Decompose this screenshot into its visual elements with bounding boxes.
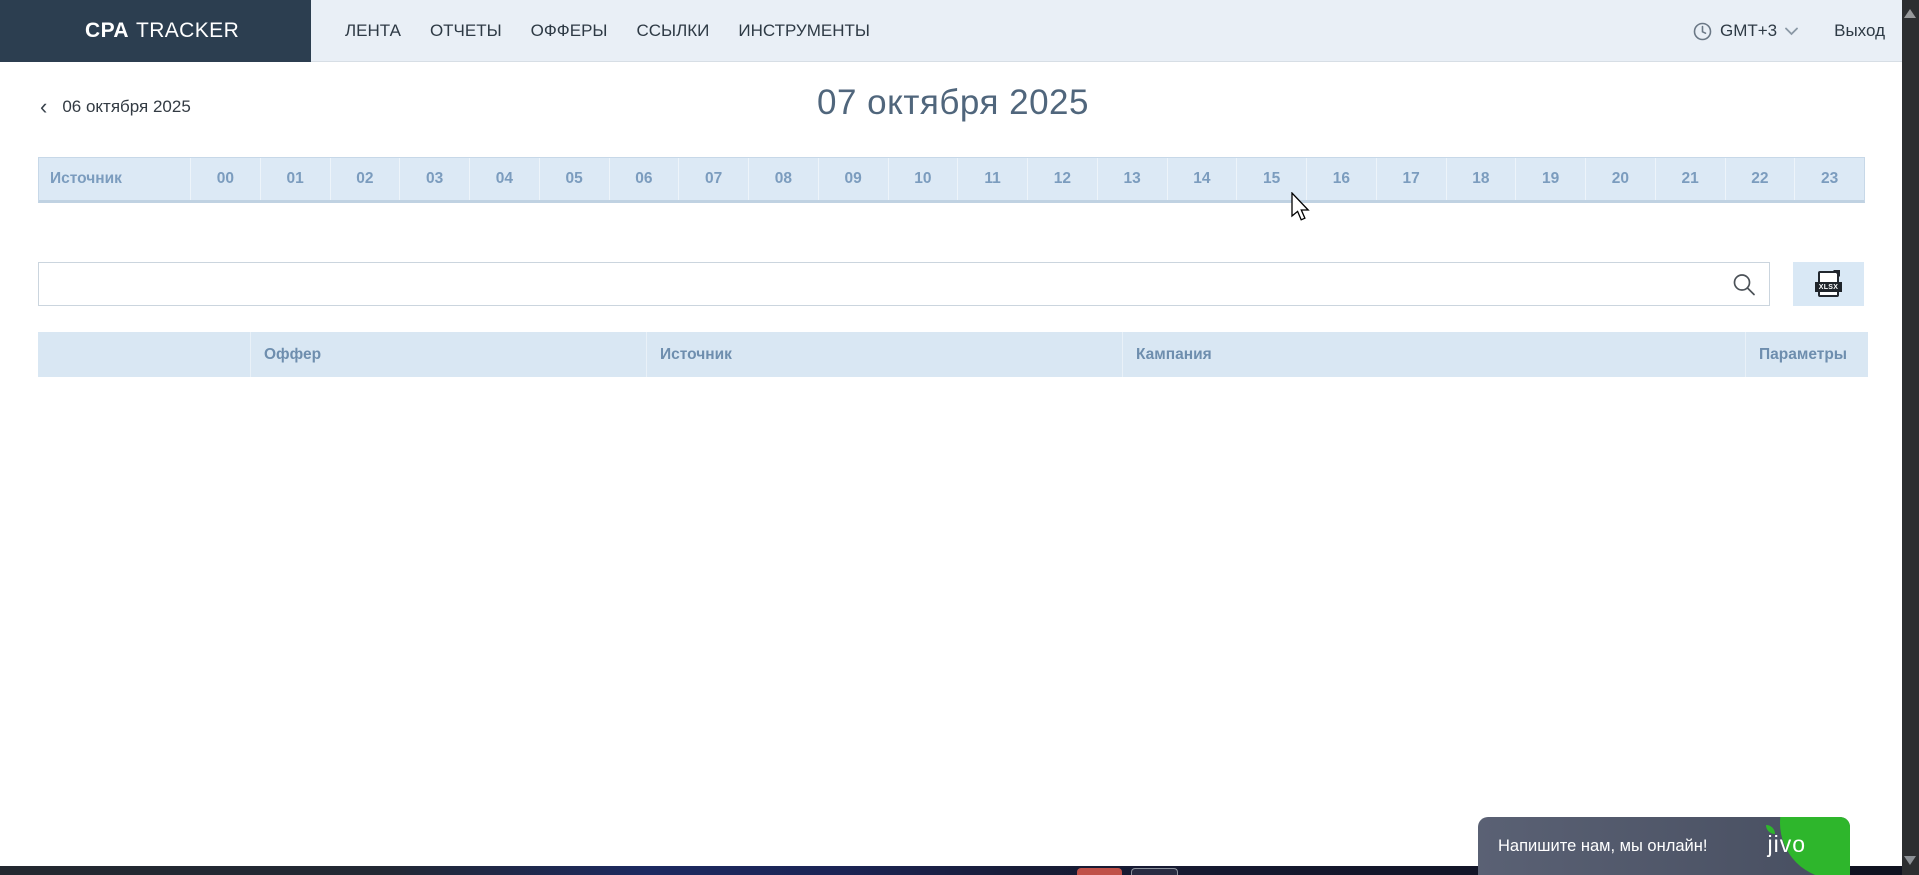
hour-cell-13: 13 <box>1097 158 1167 200</box>
jivo-logo-text: jivo <box>1767 831 1806 857</box>
footer-button-outline-peek[interactable] <box>1131 868 1178 875</box>
hour-cell-21: 21 <box>1655 158 1725 200</box>
hour-cell-23: 23 <box>1794 158 1864 200</box>
hour-cell-18: 18 <box>1446 158 1516 200</box>
hour-cell-17: 17 <box>1376 158 1446 200</box>
hour-cell-12: 12 <box>1027 158 1097 200</box>
hour-cell-04: 04 <box>469 158 539 200</box>
column-header-blank <box>38 332 250 377</box>
results-header-row: ОфферИсточникКампанияПараметры <box>38 332 1868 377</box>
hour-cell-22: 22 <box>1725 158 1795 200</box>
chat-widget[interactable]: Напишите нам, мы онлайн! jivo <box>1478 817 1850 875</box>
footer-button-red-peek[interactable] <box>1077 868 1122 875</box>
column-header-campaign: Кампания <box>1122 332 1745 377</box>
search-icon[interactable] <box>1731 272 1757 298</box>
hour-cell-15: 15 <box>1236 158 1306 200</box>
hour-cell-07: 07 <box>678 158 748 200</box>
hour-cell-01: 01 <box>260 158 330 200</box>
xlsx-file-label: XLSX <box>1815 282 1842 292</box>
hour-cell-16: 16 <box>1306 158 1376 200</box>
nav-item-offery[interactable]: ОФФЕРЫ <box>531 21 608 41</box>
jivo-logo: jivo <box>1767 831 1806 858</box>
hours-header-row: Источник 0001020304050607080910111213141… <box>38 157 1865 203</box>
hour-cell-08: 08 <box>748 158 818 200</box>
clock-icon <box>1693 22 1712 41</box>
scroll-down-button[interactable] <box>1904 856 1916 865</box>
nav-item-instrumenty[interactable]: ИНСТРУМЕНТЫ <box>738 21 870 41</box>
hour-cell-00: 00 <box>190 158 260 200</box>
header-right: GMT+3 Выход <box>1693 0 1885 62</box>
hour-cell-05: 05 <box>539 158 609 200</box>
main-nav: ЛЕНТА ОТЧЕТЫ ОФФЕРЫ ССЫЛКИ ИНСТРУМЕНТЫ <box>345 0 870 62</box>
column-header-offer: Оффер <box>250 332 646 377</box>
vertical-scrollbar[interactable] <box>1902 0 1919 875</box>
column-header-params: Параметры <box>1745 332 1868 377</box>
timezone-label: GMT+3 <box>1720 21 1777 41</box>
hour-cell-09: 09 <box>818 158 888 200</box>
timezone-select[interactable]: GMT+3 <box>1693 21 1798 41</box>
search-input[interactable] <box>39 263 1769 305</box>
column-header-source: Источник <box>646 332 1122 377</box>
hour-cell-06: 06 <box>609 158 679 200</box>
logout-link[interactable]: Выход <box>1834 21 1885 41</box>
app-logo-rest: TRACKER <box>136 19 239 43</box>
hour-cell-02: 02 <box>330 158 400 200</box>
chevron-down-icon <box>1785 27 1798 36</box>
source-column-header: Источник <box>39 158 190 200</box>
hour-cell-11: 11 <box>957 158 1027 200</box>
export-xlsx-button[interactable]: XLSX <box>1793 262 1864 306</box>
chat-message: Напишите нам, мы онлайн! <box>1498 817 1707 875</box>
scroll-up-button[interactable] <box>1904 9 1916 18</box>
xlsx-file-icon: XLSX <box>1818 271 1839 297</box>
page-title: 07 октября 2025 <box>0 83 1906 123</box>
search-bar <box>38 262 1770 306</box>
app-logo-bold: CPA <box>85 19 129 43</box>
nav-item-ssylki[interactable]: ССЫЛКИ <box>636 21 709 41</box>
app-header: CPA TRACKER ЛЕНТА ОТЧЕТЫ ОФФЕРЫ ССЫЛКИ ИНСТР… <box>0 0 1919 62</box>
app-logo[interactable]: CPA TRACKER <box>0 0 311 62</box>
nav-item-otchety[interactable]: ОТЧЕТЫ <box>430 21 502 41</box>
hour-cell-10: 10 <box>888 158 958 200</box>
nav-item-lenta[interactable]: ЛЕНТА <box>345 21 401 41</box>
hour-cell-19: 19 <box>1515 158 1585 200</box>
hour-cell-03: 03 <box>399 158 469 200</box>
hour-cell-14: 14 <box>1167 158 1237 200</box>
hour-cell-20: 20 <box>1585 158 1655 200</box>
